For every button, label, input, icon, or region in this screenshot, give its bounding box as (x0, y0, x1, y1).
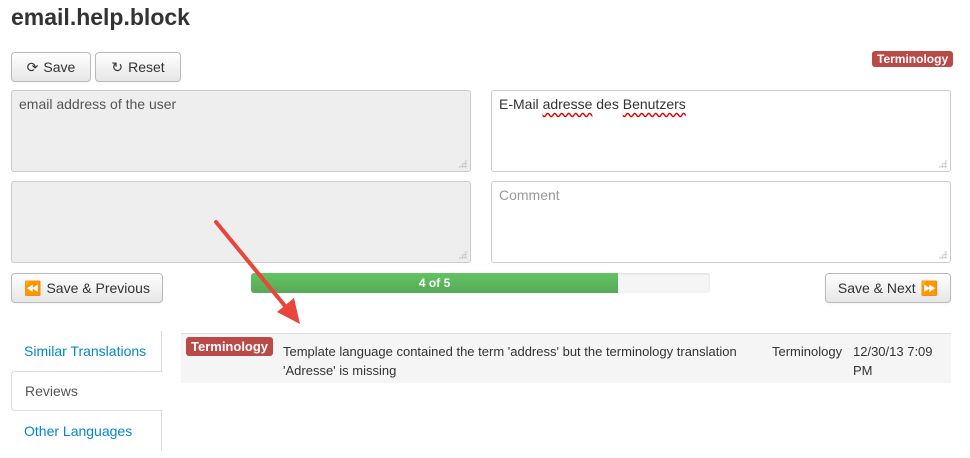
resize-grip-icon[interactable] (938, 159, 947, 168)
arrow-head (277, 298, 300, 324)
resize-grip-icon[interactable] (938, 250, 947, 259)
save-previous-button[interactable]: ⏪ Save & Previous (11, 273, 163, 303)
review-badge: Terminology (186, 337, 274, 356)
translation-input[interactable]: E-Mail adresse des Benutzers (491, 90, 951, 172)
tab-label: Other Languages (24, 423, 133, 439)
resize-grip-icon[interactable] (458, 250, 467, 259)
misspelled-word: adresse (542, 96, 593, 112)
table-row: Terminology Template language contained … (181, 333, 951, 383)
translation-text: E-Mail (499, 96, 543, 112)
terminology-badge: Terminology (872, 51, 954, 67)
tab-similar-translations[interactable]: Similar Translations (11, 331, 162, 371)
source-text-area: email address of the user (11, 90, 471, 172)
progress-fill: 4 of 5 (251, 273, 619, 293)
source-text: email address of the user (19, 96, 177, 112)
save-next-label: Save & Next (837, 280, 916, 296)
backward-icon: ⏪ (24, 279, 42, 296)
save-next-button[interactable]: Save & Next ⏩ (825, 273, 951, 303)
progress-label: 4 of 5 (418, 276, 451, 290)
review-type: Terminology (772, 344, 843, 359)
translation-text: des (592, 96, 623, 112)
progress-bar: 4 of 5 (251, 273, 710, 293)
save-button[interactable]: ⟳ Save (11, 52, 91, 82)
reset-button-label: Reset (128, 59, 165, 75)
refresh-icon: ⟳ (26, 58, 39, 75)
comment-placeholder: Comment (499, 187, 560, 203)
page-title: email.help.block (11, 4, 190, 30)
review-date: 12/30/13 7:09 PM (853, 344, 933, 378)
resize-grip-icon[interactable] (458, 159, 467, 168)
reset-button[interactable]: ↻ Reset (95, 52, 181, 82)
source-comment-area (11, 181, 471, 263)
tab-label: Similar Translations (24, 343, 147, 359)
comment-input[interactable]: Comment (491, 181, 951, 263)
save-button-label: Save (43, 59, 76, 75)
tab-other-languages[interactable]: Other Languages (11, 411, 162, 451)
tab-reviews[interactable]: Reviews (11, 371, 163, 411)
forward-icon: ⏩ (920, 279, 939, 296)
tab-label: Reviews (25, 383, 78, 399)
review-message: Template language contained the term 'ad… (283, 344, 737, 378)
reset-icon: ↻ (111, 58, 124, 75)
save-previous-label: Save & Previous (46, 280, 150, 296)
misspelled-word: Benutzers (622, 96, 686, 112)
side-tabs: Similar Translations Reviews Other Langu… (11, 331, 163, 451)
